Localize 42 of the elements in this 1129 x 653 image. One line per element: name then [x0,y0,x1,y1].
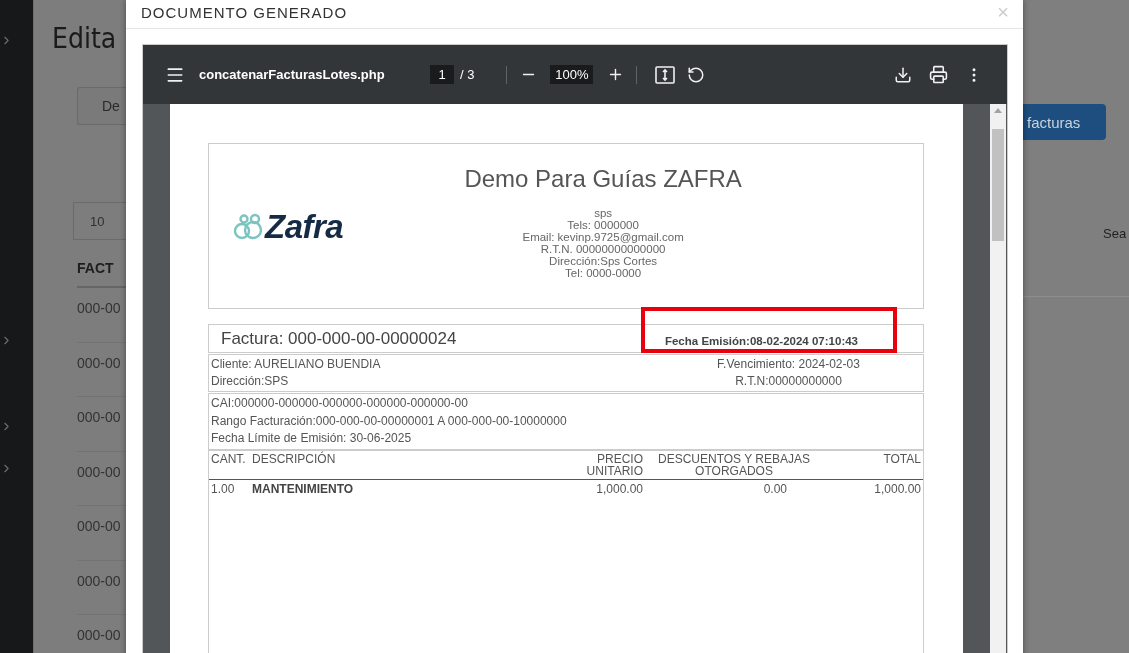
invoice-number: Factura: 000-000-00-00000024 [221,328,457,349]
modal-title: DOCUMENTO GENERADO [141,4,348,21]
rotate-icon[interactable] [687,65,706,84]
table-cell-text: 1,000.00 [595,482,643,495]
zoom-field[interactable]: 100% [550,65,594,84]
client-field: R.T.N:00000000000 [735,373,842,390]
file-name: concatenarFacturasLotes.php [199,67,386,82]
bubbles-icon [233,212,265,242]
page-title: Edita [52,22,118,55]
company-info: Dirección:Sps Cortes [549,255,658,267]
column-header: CANT. [211,452,247,468]
search-label: Sea [1103,226,1128,241]
logo-text: Zafra [265,208,344,246]
company-name: Demo Para Guías ZAFRA [464,165,742,193]
page-number-field[interactable]: 1 [430,65,454,84]
company-info: R.T.N. 00000000000000 [540,243,666,255]
table-cell-text: 1,000.00 [873,482,921,495]
issue-date: Fecha Emisión:08-02-2024 07:10:43 [664,334,858,347]
invoices-button[interactable]: facturas [1023,104,1106,140]
client-field: F.Vencimiento: 2024-02-03 [717,356,860,373]
column-header: PRECIO UNITARIO [585,452,643,477]
company-info: Email: kevinp.9725@gmail.com [522,231,684,243]
print-icon[interactable] [929,65,949,84]
download-icon[interactable] [894,65,913,84]
column-header: TOTAL [882,452,921,468]
client-field: Cliente: AURELIANO BUENDIA [211,356,381,373]
cai-line: CAI:000000-000000-000000-000000-000000-00 [211,395,469,412]
client-field: Dirección:SPS [211,373,289,390]
table-cell-text: 0.00 [762,482,788,495]
page-count: / 3 [460,67,475,82]
company-info: sps [594,207,613,219]
cai-line: Rango Facturación:000-000-00-00000001 A 000-000-00-10000000 [211,412,568,430]
column-header: DESCUENTOS Y REBAJAS OTORGADOS [656,452,812,477]
fit-page-icon[interactable] [655,65,676,84]
company-info: Tels: 0000000 [567,219,639,231]
column-header: DESCRIPCIÓN [252,452,337,468]
scrollbar[interactable] [990,104,1006,653]
table-cell-text: MANTENIMIENTO [252,482,355,495]
table-cell-text: 1.00 [211,482,236,495]
company-info: Tel: 0000-0000 [565,267,642,279]
demo-button[interactable]: De [77,87,126,125]
cai-line: Fecha Límite de Emisión: 30-06-2025 [211,430,413,447]
